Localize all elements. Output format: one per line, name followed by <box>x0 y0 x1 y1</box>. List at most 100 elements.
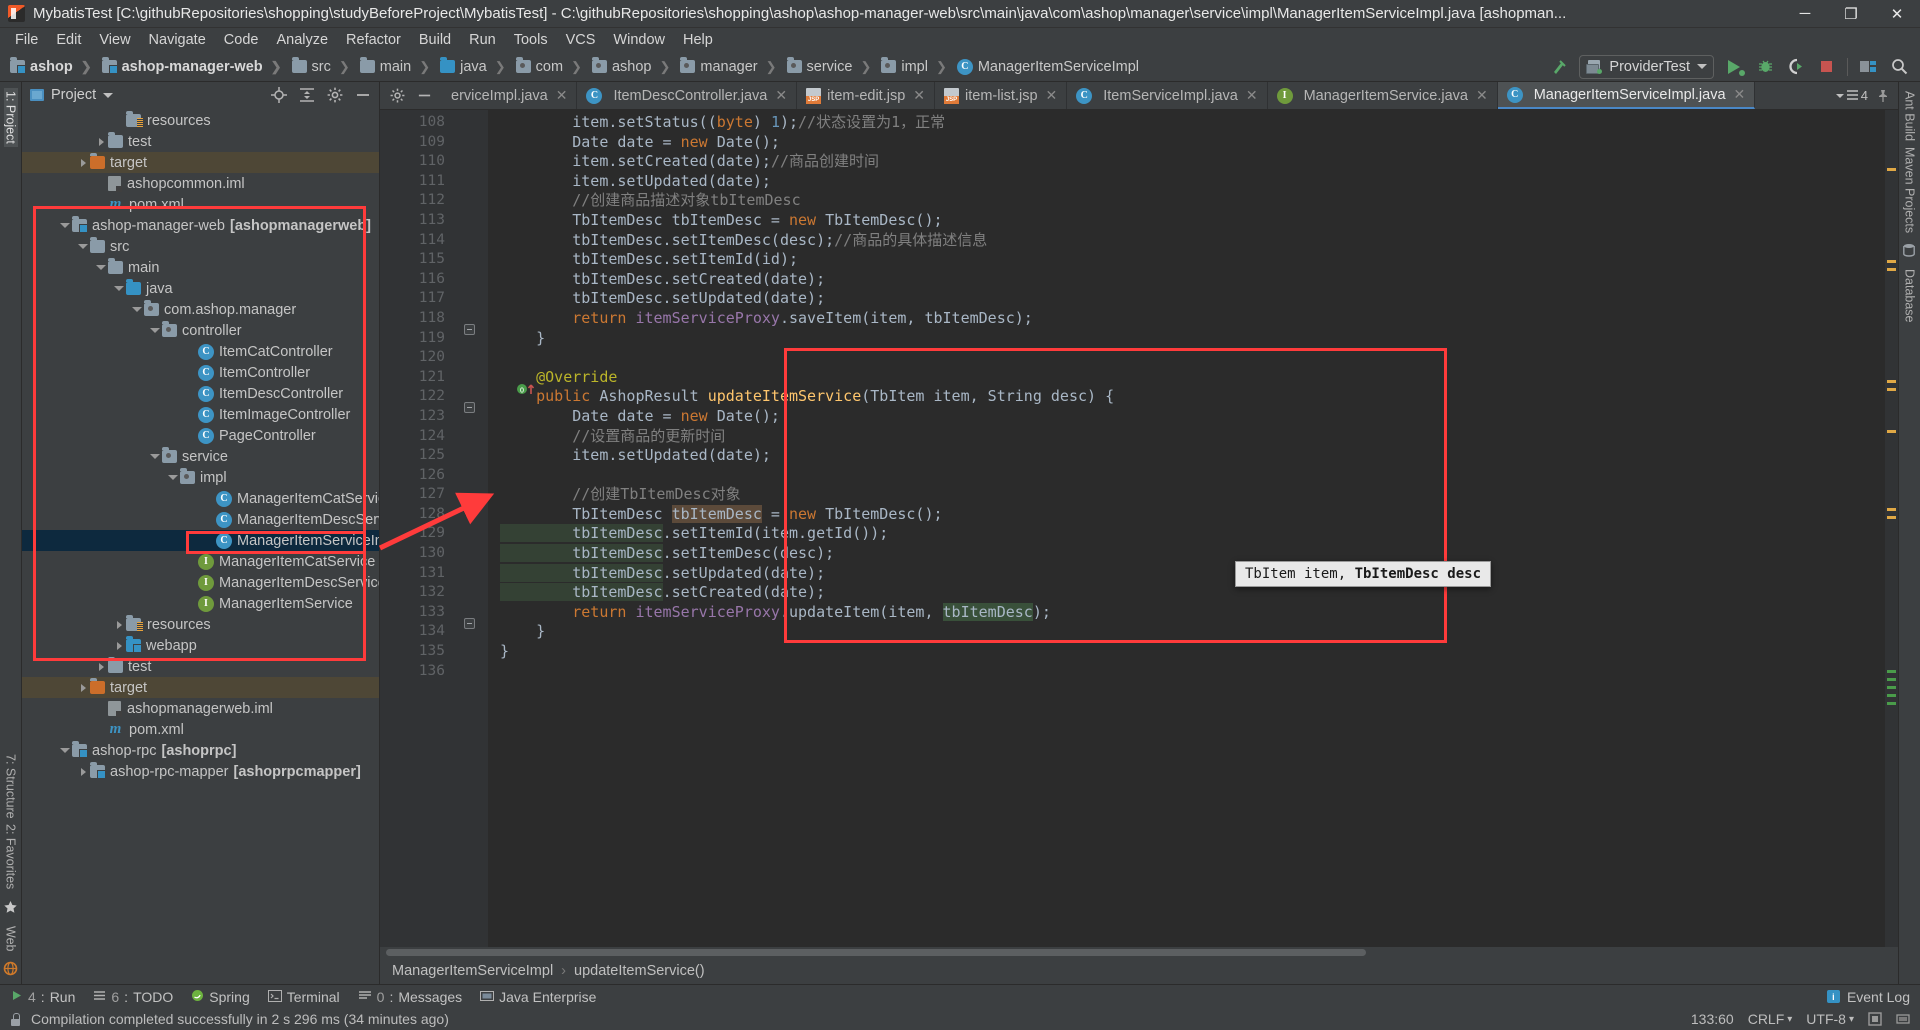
hide-panel-icon[interactable] <box>417 88 432 103</box>
code-line[interactable]: //创建商品描述对象tbItemDesc <box>488 191 1898 211</box>
editor-tab-itemserviceimpl-java[interactable]: C ItemServiceImpl.java ✕ <box>1067 82 1268 109</box>
close-button[interactable]: ✕ <box>1874 0 1920 28</box>
code-line[interactable] <box>488 348 1898 368</box>
breadcrumb-item-ashop-manager-web[interactable]: ashop-manager-web ❯ <box>98 56 288 78</box>
run-configuration-selector[interactable]: ProviderTest <box>1579 54 1714 79</box>
tree-node-controller[interactable]: controller <box>22 320 379 341</box>
code-line[interactable]: tbItemDesc.setCreated(date); <box>488 583 1898 603</box>
tool-window-web[interactable]: Web <box>4 923 18 954</box>
web-globe-icon[interactable] <box>3 961 19 977</box>
tree-node-ashop-rpc[interactable]: ashop-rpc [ashoprpc] <box>22 740 379 761</box>
stop-button[interactable] <box>1816 56 1838 78</box>
tree-node-manageritemdescservice[interactable]: I ManagerItemDescService <box>22 572 379 593</box>
collapse-all-icon[interactable] <box>299 87 315 103</box>
editor-code[interactable]: item.setStatus((byte) 1);//状态设置为1，正常 Dat… <box>488 110 1898 947</box>
breadcrumb-item-service[interactable]: service ❯ <box>783 56 878 78</box>
breadcrumb-item-com[interactable]: com ❯ <box>512 56 588 78</box>
code-fold-marker[interactable] <box>464 324 475 335</box>
editor-tab-item-list-jsp[interactable]: item-list.jsp ✕ <box>935 82 1068 109</box>
code-line[interactable]: Date date = new Date(); <box>488 407 1898 427</box>
run-with-coverage-button[interactable] <box>1785 56 1807 78</box>
chevron-down-icon[interactable] <box>130 307 144 312</box>
code-fold-marker[interactable] <box>464 402 475 413</box>
minimize-button[interactable]: ─ <box>1782 0 1828 28</box>
menu-item-view[interactable]: View <box>90 30 139 50</box>
line-separator[interactable]: CRLF ▾ <box>1748 1011 1793 1027</box>
tree-node-pom-xml[interactable]: m pom.xml <box>22 719 379 740</box>
menu-item-help[interactable]: Help <box>674 30 722 50</box>
tree-node-resources[interactable]: resources <box>22 110 379 131</box>
tree-node-itemcontroller[interactable]: C ItemController <box>22 362 379 383</box>
breadcrumb-item-ashop[interactable]: ashop ❯ <box>588 56 676 78</box>
chevron-down-icon[interactable] <box>94 265 108 270</box>
chevron-down-icon[interactable] <box>148 328 162 333</box>
tree-node-com-ashop-manager[interactable]: com.ashop.manager <box>22 299 379 320</box>
bottom-tool-java-enterprise[interactable]: Java Enterprise <box>480 989 596 1005</box>
tool-window-ant-build[interactable]: Ant Build <box>1903 88 1917 144</box>
bottom-tool-messages[interactable]: 0: Messages <box>358 989 462 1005</box>
tree-node-impl[interactable]: impl <box>22 467 379 488</box>
code-line[interactable]: TbItemDesc tbItemDesc = new TbItemDesc()… <box>488 211 1898 231</box>
run-button[interactable] <box>1723 56 1745 78</box>
code-line[interactable]: return itemServiceProxy.updateItem(item,… <box>488 602 1898 623</box>
project-tree[interactable]: resources test target ashopcommon.iml m pom.x… <box>22 108 379 984</box>
code-line[interactable]: item.setUpdated(date); <box>488 446 1898 466</box>
editor-tab-manageritemservice-java[interactable]: I ManagerItemService.java ✕ <box>1268 82 1498 109</box>
code-line[interactable]: tbItemDesc.setUpdated(date); <box>488 563 1898 584</box>
breadcrumb-item-manageritemserviceimpl[interactable]: C ManagerItemServiceImpl <box>953 56 1145 78</box>
tree-node-resources[interactable]: resources <box>22 614 379 635</box>
build-hammer-icon[interactable] <box>1548 56 1570 78</box>
chevron-down-icon[interactable] <box>148 454 162 459</box>
bottom-tool-todo[interactable]: 6: TODO <box>93 989 173 1005</box>
tree-node-ashopmanagerweb-iml[interactable]: ashopmanagerweb.iml <box>22 698 379 719</box>
code-line[interactable]: tbItemDesc.setUpdated(date); <box>488 289 1898 309</box>
tree-node-pom-xml[interactable]: m pom.xml <box>22 194 379 215</box>
code-line[interactable]: return itemServiceProxy.saveItem(item, t… <box>488 309 1898 329</box>
close-icon[interactable]: ✕ <box>775 87 787 104</box>
project-structure-icon[interactable] <box>1857 56 1879 78</box>
breadcrumb-item-impl[interactable]: impl ❯ <box>877 56 953 78</box>
event-log-button[interactable]: i Event Log <box>1826 989 1910 1005</box>
tree-node-src[interactable]: src <box>22 236 379 257</box>
chevron-down-icon[interactable] <box>103 92 114 98</box>
tree-node-manageritemdescservicei[interactable]: C ManagerItemDescServiceI <box>22 509 379 530</box>
editor-tab-item-edit-jsp[interactable]: item-edit.jsp ✕ <box>797 82 935 109</box>
code-line[interactable]: tbItemDesc.setItemDesc(desc); <box>488 544 1898 564</box>
tree-node-main[interactable]: main <box>22 257 379 278</box>
chevron-right-icon[interactable] <box>112 620 126 629</box>
menu-item-vcs[interactable]: VCS <box>557 30 605 50</box>
tree-node-itemcatcontroller[interactable]: C ItemCatController <box>22 341 379 362</box>
editor-tab-erviceimpl-java[interactable]: erviceImpl.java ✕ <box>442 82 578 109</box>
file-encoding[interactable]: UTF-8 ▾ <box>1806 1011 1854 1027</box>
code-line[interactable]: item.setStatus((byte) 1);//状态设置为1，正常 <box>488 113 1898 133</box>
menu-item-refactor[interactable]: Refactor <box>337 30 410 50</box>
code-fold-marker[interactable] <box>464 618 475 629</box>
editor-tab-manageritemserviceimpl-java[interactable]: C ManagerItemServiceImpl.java ✕ <box>1497 82 1756 109</box>
menu-item-window[interactable]: Window <box>604 30 674 50</box>
code-line[interactable]: tbItemDesc.setItemId(item.getId()); <box>488 524 1898 544</box>
code-line[interactable]: public AshopResult updateItemService(TbI… <box>488 387 1898 407</box>
code-line[interactable] <box>488 662 1898 682</box>
database-icon[interactable] <box>1902 243 1918 259</box>
bottom-tool-spring[interactable]: Spring <box>191 989 250 1005</box>
tree-node-test[interactable]: test <box>22 656 379 677</box>
tree-node-test[interactable]: test <box>22 131 379 152</box>
editor-marker-bar[interactable] <box>1885 110 1898 947</box>
breadcrumb-item-manager[interactable]: manager ❯ <box>676 56 782 78</box>
tree-node-pagecontroller[interactable]: C PageController <box>22 425 379 446</box>
pin-tab-icon[interactable] <box>1876 89 1890 103</box>
code-line[interactable]: //创建TbItemDesc对象 <box>488 485 1898 505</box>
chevron-right-icon[interactable] <box>76 158 90 167</box>
code-line[interactable]: item.setCreated(date);//商品创建时间 <box>488 152 1898 172</box>
tool-window-database[interactable]: Database <box>1903 266 1917 326</box>
tree-node-ashop-manager-web[interactable]: ashop-manager-web [ashopmanagerweb] <box>22 215 379 236</box>
chevron-down-icon[interactable] <box>166 475 180 480</box>
search-icon[interactable] <box>1888 56 1910 78</box>
close-icon[interactable]: ✕ <box>1046 87 1058 104</box>
hide-panel-icon[interactable] <box>355 87 371 103</box>
breadcrumb-item-main[interactable]: main ❯ <box>356 56 436 78</box>
close-icon[interactable]: ✕ <box>1246 87 1258 104</box>
code-line[interactable]: } <box>488 622 1898 642</box>
tool-window-project[interactable]: 1: Project <box>3 88 18 147</box>
chevron-down-icon[interactable] <box>58 223 72 228</box>
